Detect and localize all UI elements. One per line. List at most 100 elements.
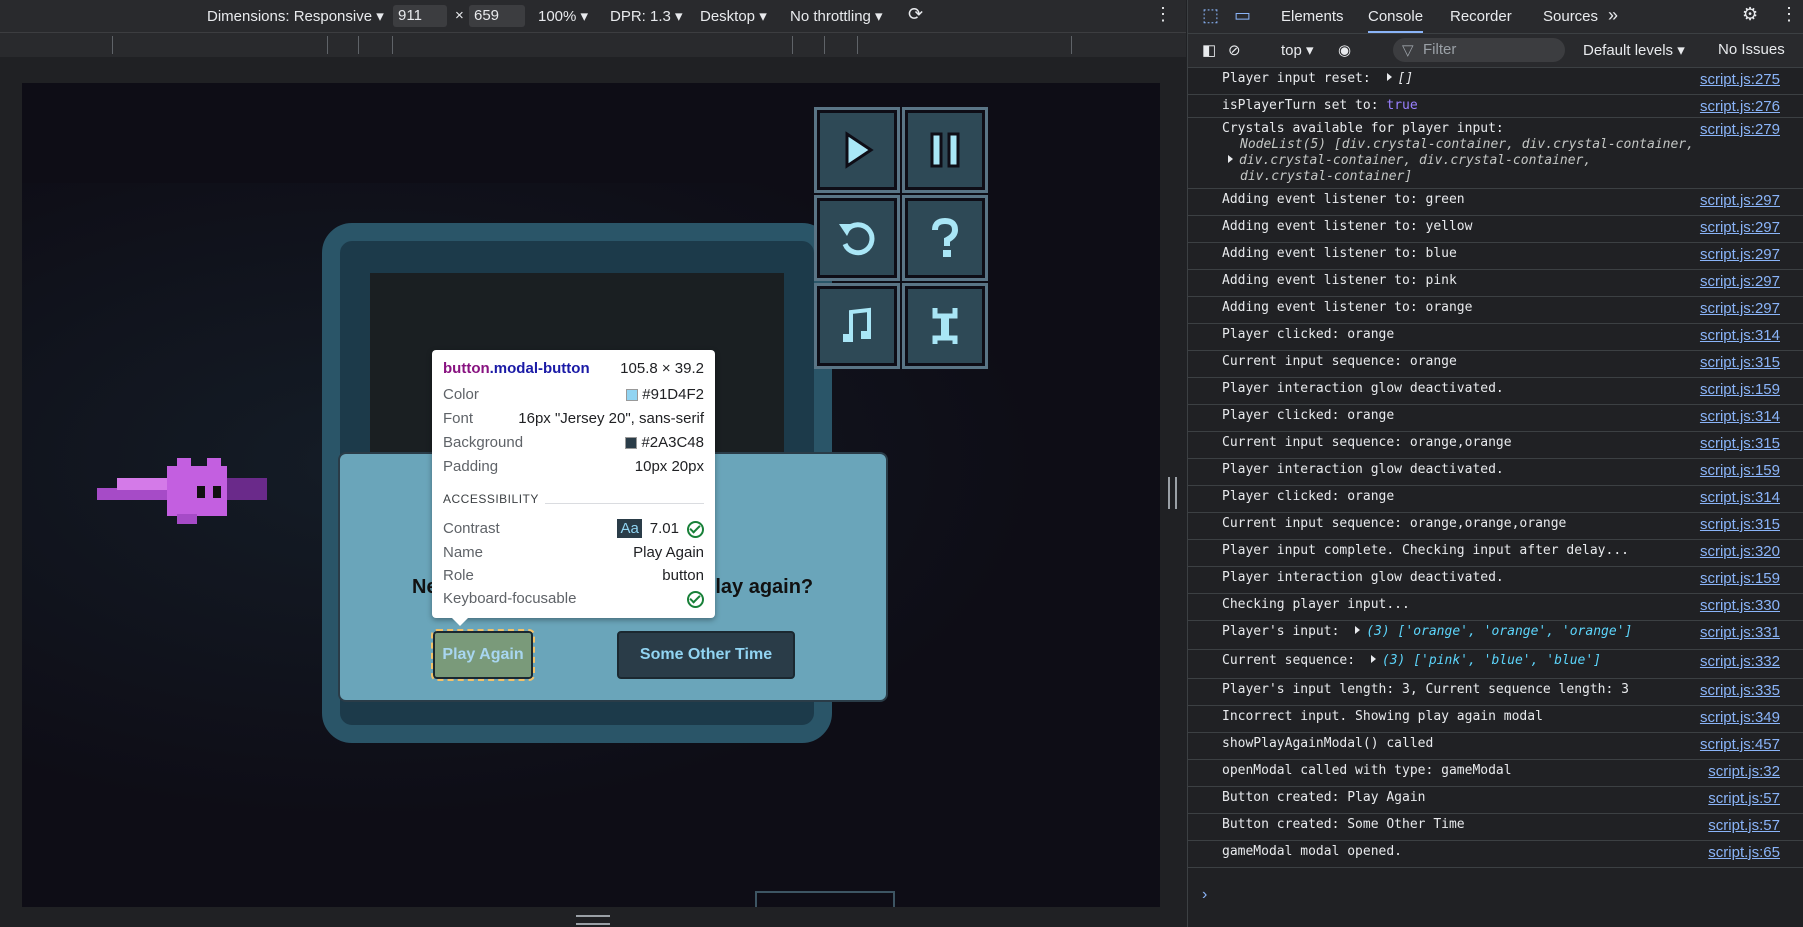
restart-icon xyxy=(839,222,875,256)
source-link[interactable]: script.js:297 xyxy=(1700,219,1780,236)
gear-icon[interactable]: ⚙ xyxy=(1742,4,1758,25)
source-link[interactable]: script.js:57 xyxy=(1708,790,1780,807)
source-link[interactable]: script.js:315 xyxy=(1700,516,1780,533)
issues-indicator[interactable]: No Issues xyxy=(1718,41,1785,58)
console-message: Current input sequence: orange,orange scr… xyxy=(1188,432,1803,459)
source-link[interactable]: script.js:314 xyxy=(1700,408,1780,425)
restart-button[interactable] xyxy=(814,195,900,281)
source-link[interactable]: script.js:159 xyxy=(1700,462,1780,479)
resize-handle-right[interactable] xyxy=(1168,477,1177,509)
console-message: Current input sequence: orange,orange,or… xyxy=(1188,513,1803,540)
console-message: Player input complete. Checking input af… xyxy=(1188,540,1803,567)
source-link[interactable]: script.js:457 xyxy=(1700,736,1780,753)
console-message: Player interaction glow deactivated. scri… xyxy=(1188,378,1803,405)
media-query-ruler[interactable] xyxy=(0,32,1186,57)
source-link[interactable]: script.js:349 xyxy=(1700,709,1780,726)
source-link[interactable]: script.js:331 xyxy=(1700,624,1780,641)
question-icon xyxy=(932,217,959,257)
inspect-element-icon[interactable]: ⬚ xyxy=(1202,5,1219,26)
console-message: Checking player input... script.js:330 xyxy=(1188,594,1803,621)
zoom-select[interactable]: 100% ▾ xyxy=(538,7,588,25)
source-link[interactable]: script.js:297 xyxy=(1700,246,1780,263)
device-toggle-icon[interactable]: ▭ xyxy=(1234,5,1251,26)
tab-sources[interactable]: Sources xyxy=(1543,8,1598,25)
rotate-icon[interactable]: ⟳ xyxy=(908,4,923,25)
devtools-tabbar: ⬚ ▭ Elements Console Recorder Sources » … xyxy=(1188,0,1803,34)
source-link[interactable]: script.js:159 xyxy=(1700,381,1780,398)
play-button[interactable] xyxy=(814,107,900,193)
pause-button[interactable] xyxy=(902,107,988,193)
tab-elements[interactable]: Elements xyxy=(1281,8,1344,25)
console-message: Button created: Some Other Time script.js… xyxy=(1188,814,1803,841)
source-link[interactable]: script.js:297 xyxy=(1700,273,1780,290)
console-message: Incorrect input. Showing play again moda… xyxy=(1188,706,1803,733)
settings-button[interactable] xyxy=(902,283,988,369)
console-message: Player input reset: [] script.js:275 xyxy=(1188,68,1803,95)
eye-icon[interactable]: ◉ xyxy=(1338,41,1351,59)
play-again-button[interactable]: Play Again xyxy=(431,629,535,681)
console-toolbar: ◧ ⊘ top ▾ ◉ Filter ▽ Default levels ▾ No… xyxy=(1188,34,1803,68)
console-message: Player's input: (3) ['orange', 'orange',… xyxy=(1188,621,1803,650)
dimensions-select[interactable]: Dimensions: Responsive ▾ xyxy=(207,7,384,25)
console-message: gameModal modal opened. script.js:65 xyxy=(1188,841,1803,868)
tooltip-selector: button.modal-button 105.8 × 39.2 xyxy=(443,360,704,377)
source-link[interactable]: script.js:275 xyxy=(1700,71,1780,88)
source-link[interactable]: script.js:57 xyxy=(1708,817,1780,834)
source-link[interactable]: script.js:314 xyxy=(1700,327,1780,344)
dimension-separator: × xyxy=(455,7,464,24)
level-indicator: Level 1 xyxy=(755,891,895,907)
some-other-time-button[interactable]: Some Other Time xyxy=(617,631,795,679)
log-levels-select[interactable]: Default levels ▾ xyxy=(1583,41,1685,59)
device-type-select[interactable]: Desktop ▾ xyxy=(700,7,767,25)
source-link[interactable]: script.js:297 xyxy=(1700,192,1780,209)
device-emulation-pane: Dimensions: Responsive ▾ 911 × 659 100% … xyxy=(0,0,1186,927)
source-link[interactable]: script.js:314 xyxy=(1700,489,1780,506)
filter-input[interactable]: Filter xyxy=(1393,38,1565,62)
wrench-icon xyxy=(932,308,958,344)
more-tabs-icon[interactable]: » xyxy=(1608,5,1618,26)
more-options-icon[interactable]: ⋮ xyxy=(1154,4,1172,25)
music-note-icon xyxy=(843,307,871,342)
console-message: Adding event listener to: green script.js… xyxy=(1188,189,1803,216)
console-message: Player interaction glow deactivated. scri… xyxy=(1188,567,1803,594)
music-button[interactable] xyxy=(814,283,900,369)
devtools-panel: ⬚ ▭ Elements Console Recorder Sources » … xyxy=(1187,0,1803,927)
device-toolbar: Dimensions: Responsive ▾ 911 × 659 100% … xyxy=(0,0,1186,32)
source-link[interactable]: script.js:276 xyxy=(1700,98,1780,115)
width-input[interactable]: 911 xyxy=(393,5,447,27)
throttling-select[interactable]: No throttling ▾ xyxy=(790,7,883,25)
inspect-tooltip: button.modal-button 105.8 × 39.2 Color #… xyxy=(432,350,715,626)
accessibility-heading: ACCESSIBILITY xyxy=(443,492,545,506)
console-message: Crystals available for player input: Nod… xyxy=(1188,118,1803,189)
more-options-icon[interactable]: ⋮ xyxy=(1780,4,1798,25)
source-link[interactable]: script.js:315 xyxy=(1700,435,1780,452)
sidebar-toggle-icon[interactable]: ◧ xyxy=(1202,41,1216,59)
console-message: Player's input length: 3, Current sequen… xyxy=(1188,679,1803,706)
source-link[interactable]: script.js:279 xyxy=(1700,121,1780,138)
source-link[interactable]: script.js:297 xyxy=(1700,300,1780,317)
console-prompt[interactable]: › xyxy=(1202,886,1207,904)
dpr-select[interactable]: DPR: 1.3 ▾ xyxy=(610,7,683,25)
tab-console[interactable]: Console xyxy=(1368,8,1424,33)
tab-recorder[interactable]: Recorder xyxy=(1450,8,1512,25)
source-link[interactable]: script.js:32 xyxy=(1708,763,1780,780)
filter-icon: ▽ xyxy=(1402,42,1414,59)
source-link[interactable]: script.js:330 xyxy=(1700,597,1780,614)
source-link[interactable]: script.js:332 xyxy=(1700,653,1780,670)
pause-icon xyxy=(930,132,960,168)
source-link[interactable]: script.js:159 xyxy=(1700,570,1780,587)
console-message: Current sequence: (3) ['pink', 'blue', '… xyxy=(1188,650,1803,679)
source-link[interactable]: script.js:335 xyxy=(1700,682,1780,699)
console-message: Adding event listener to: blue script.js:… xyxy=(1188,243,1803,270)
clear-console-icon[interactable]: ⊘ xyxy=(1228,41,1241,59)
height-input[interactable]: 659 xyxy=(469,5,525,27)
console-message: isPlayerTurn set to: true script.js:276 xyxy=(1188,95,1803,118)
source-link[interactable]: script.js:320 xyxy=(1700,543,1780,560)
source-link[interactable]: script.js:315 xyxy=(1700,354,1780,371)
source-link[interactable]: script.js:65 xyxy=(1708,844,1780,861)
resize-handle-bottom[interactable] xyxy=(576,915,610,925)
help-button[interactable] xyxy=(902,195,988,281)
console-message: openModal called with type: gameModal scr… xyxy=(1188,760,1803,787)
context-select[interactable]: top ▾ xyxy=(1281,41,1314,59)
play-icon xyxy=(845,131,874,169)
